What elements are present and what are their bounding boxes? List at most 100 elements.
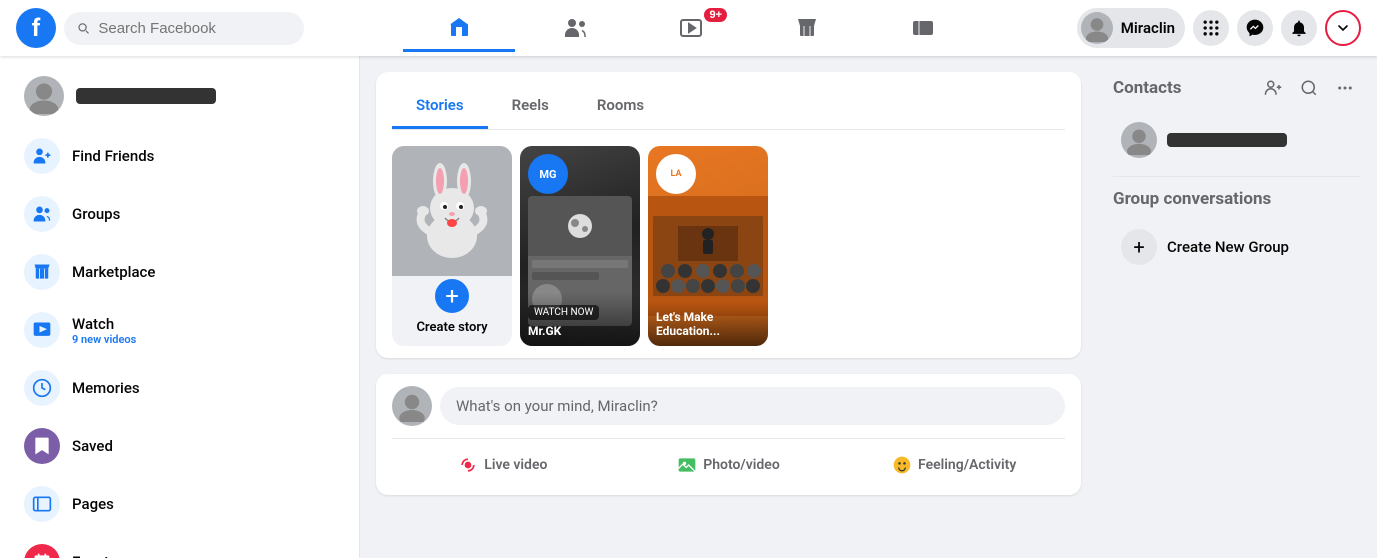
edu-avatar: LA (656, 154, 696, 194)
messenger-icon-button[interactable] (1237, 10, 1273, 46)
mrgk-story-name: Mr.GK (528, 324, 632, 338)
create-story-label: Create story (416, 320, 487, 335)
edu-story-name: Let's Make Education... (656, 310, 760, 338)
add-contact-icon (1264, 79, 1282, 97)
left-sidebar: Find Friends Groups Marketplace Watch 9 … (0, 56, 360, 558)
edu-story-card[interactable]: LA (648, 146, 768, 346)
more-options-icon (1336, 79, 1354, 97)
user-chip[interactable]: Miraclin (1077, 8, 1185, 48)
photo-video-label: Photo/video (703, 457, 780, 473)
create-story-plus-button[interactable]: + (432, 276, 472, 316)
marketplace-icon (795, 16, 819, 40)
nav-left: f (16, 8, 341, 48)
watch-now-badge: WATCH NOW (528, 305, 599, 320)
create-story-image (392, 146, 512, 276)
edu-story-overlay: Let's Make Education... (648, 302, 768, 346)
top-navigation: f 9+ Miracli (0, 0, 1377, 56)
find-friends-icon (24, 138, 60, 174)
contacts-icons (1257, 72, 1361, 104)
friends-icon (563, 16, 587, 40)
groups-sidebar-icon (24, 196, 60, 232)
chevron-down-icon (1335, 20, 1351, 36)
messenger-icon (1245, 18, 1265, 38)
post-box: What's on your mind, Miraclin? Live vide… (376, 374, 1081, 495)
bell-icon (1289, 18, 1309, 38)
tab-rooms[interactable]: Rooms (573, 84, 668, 129)
live-video-label: Live video (484, 457, 547, 473)
mrgk-avatar: MG (528, 154, 568, 194)
nav-groups-button[interactable] (867, 4, 979, 52)
nav-friends-button[interactable] (519, 4, 631, 52)
watch-new-videos: 9 new videos (72, 333, 136, 346)
stories-list: + Create story MG (392, 146, 1065, 346)
contacts-title: Contacts (1113, 78, 1181, 98)
notifications-icon-button[interactable] (1281, 10, 1317, 46)
dropdown-icon-button[interactable] (1325, 10, 1361, 46)
events-sidebar-icon (24, 544, 60, 558)
watch-label: Watch (72, 315, 114, 333)
sidebar-user-avatar (24, 76, 64, 116)
create-new-group-button[interactable]: + Create New Group (1113, 221, 1361, 273)
sidebar-item-groups[interactable]: Groups (8, 186, 351, 242)
bunny-character (407, 156, 497, 266)
pages-label: Pages (72, 495, 114, 513)
sidebar-item-find-friends[interactable]: Find Friends (8, 128, 351, 184)
grid-icon (1201, 18, 1221, 38)
grid-icon-button[interactable] (1193, 10, 1229, 46)
edu-content (648, 196, 768, 316)
tab-reels[interactable]: Reels (488, 84, 573, 129)
group-conversations-title: Group conversations (1113, 189, 1361, 209)
user-name: Miraclin (1121, 19, 1175, 37)
contact-avatar (1121, 122, 1157, 158)
create-group-icon: + (1121, 229, 1157, 265)
search-bar[interactable] (64, 12, 304, 45)
live-video-button[interactable]: Live video (392, 447, 614, 483)
search-icon (76, 20, 90, 36)
facebook-logo[interactable]: f (16, 8, 56, 48)
create-story-card[interactable]: + Create story (392, 146, 512, 346)
create-story-bottom: + Create story (416, 276, 487, 335)
mrgk-story-overlay: WATCH NOW Mr.GK (520, 292, 640, 346)
live-video-icon (458, 455, 478, 475)
center-content: Stories Reels Rooms (360, 56, 1097, 558)
create-group-label: Create New Group (1167, 238, 1289, 256)
add-contact-button[interactable] (1257, 72, 1289, 104)
post-box-top: What's on your mind, Miraclin? (392, 386, 1065, 426)
search-input[interactable] (98, 20, 292, 37)
feeling-button[interactable]: Feeling/Activity (843, 447, 1065, 483)
contact-name-hidden (1167, 133, 1287, 147)
contact-item[interactable] (1113, 116, 1361, 164)
nav-marketplace-button[interactable] (751, 4, 863, 52)
sidebar-item-memories[interactable]: Memories (8, 360, 351, 416)
nav-watch-button[interactable]: 9+ (635, 4, 747, 52)
right-sidebar: Contacts Group conversations + (1097, 56, 1377, 558)
watch-icon (679, 16, 703, 40)
mrgk-story-card[interactable]: MG (520, 146, 640, 346)
sidebar-item-saved[interactable]: Saved (8, 418, 351, 474)
stories-card: Stories Reels Rooms (376, 72, 1081, 358)
sidebar-item-events[interactable]: Events (8, 534, 351, 558)
photo-video-button[interactable]: Photo/video (618, 447, 840, 483)
nav-center: 9+ (341, 4, 1041, 52)
watch-sidebar-icon (24, 312, 60, 348)
tab-stories[interactable]: Stories (392, 84, 488, 129)
home-icon (447, 15, 471, 39)
search-contacts-icon (1300, 79, 1318, 97)
marketplace-sidebar-icon (24, 254, 60, 290)
contacts-header: Contacts (1113, 72, 1361, 104)
saved-sidebar-icon (24, 428, 60, 464)
search-contacts-button[interactable] (1293, 72, 1325, 104)
more-options-button[interactable] (1329, 72, 1361, 104)
photo-video-icon (677, 455, 697, 475)
sidebar-item-marketplace[interactable]: Marketplace (8, 244, 351, 300)
sidebar-user[interactable] (8, 68, 351, 124)
feeling-label: Feeling/Activity (918, 457, 1016, 473)
sidebar-item-pages[interactable]: Pages (8, 476, 351, 532)
user-avatar (1081, 12, 1113, 44)
nav-home-button[interactable] (403, 4, 515, 52)
watch-badge: 9+ (704, 8, 727, 22)
pages-sidebar-icon (24, 486, 60, 522)
sidebar-item-watch[interactable]: Watch 9 new videos (8, 302, 351, 358)
post-user-avatar (392, 386, 432, 426)
post-input[interactable]: What's on your mind, Miraclin? (440, 387, 1065, 425)
